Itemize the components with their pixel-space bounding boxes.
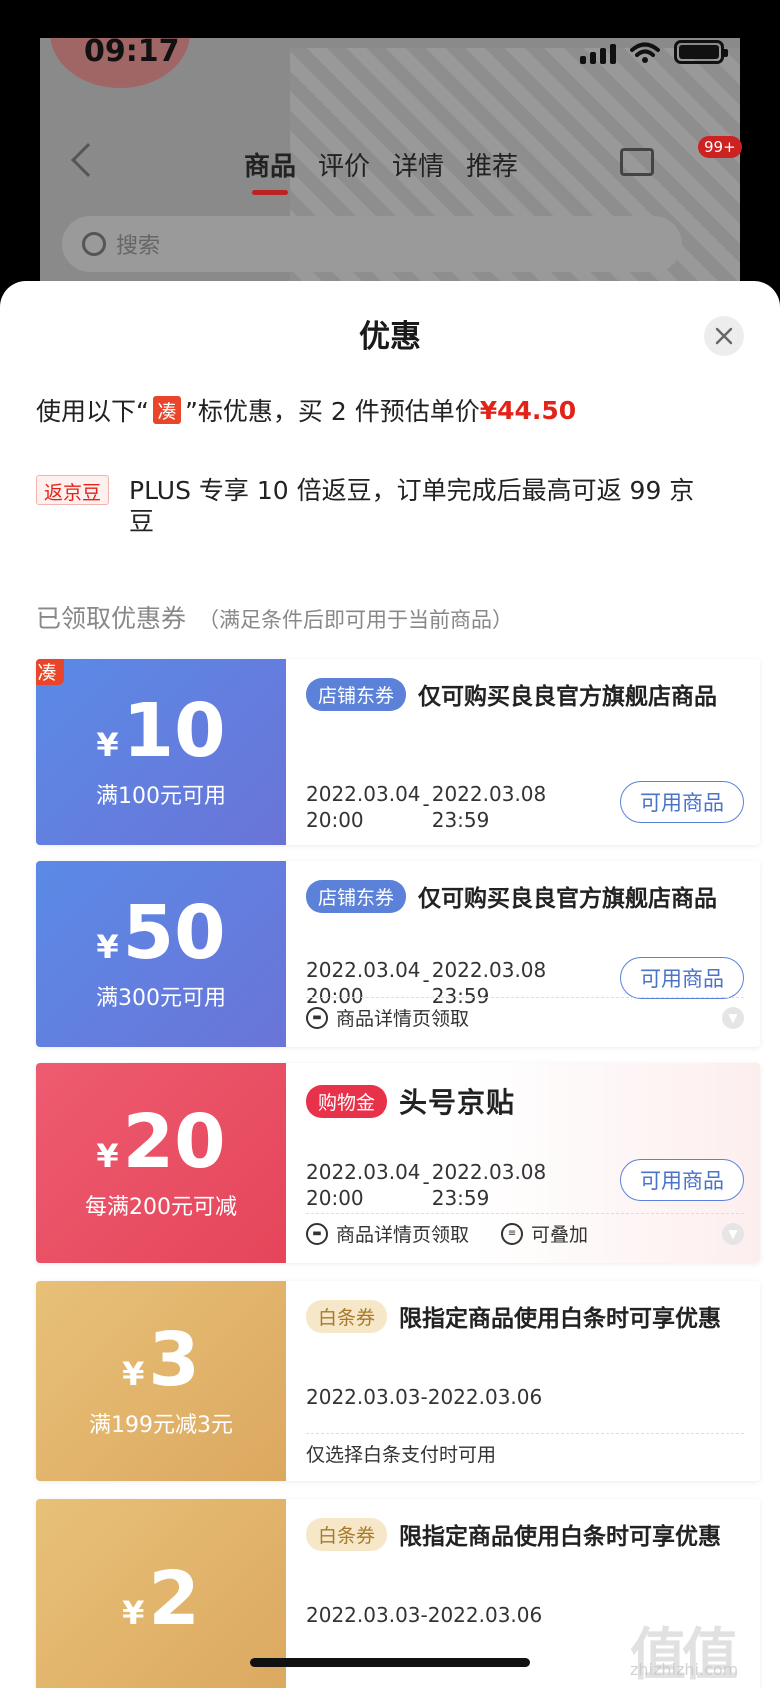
coupon-type-badge: 购物金 <box>306 1084 388 1118</box>
coupon-amount: 3 <box>148 1317 200 1403</box>
bundle-promo: 使用以下“ 凑 ”标优惠，买 2 件预估单价 ¥44.50 <box>36 392 576 428</box>
product-tabs: 商品 评价 详情 推荐 <box>244 146 518 195</box>
ticket-icon: ▬ <box>306 1222 328 1245</box>
promo-price: ¥44.50 <box>479 395 577 425</box>
coupon-footer: ▬ 商品详情页领取 ▼ <box>306 997 744 1037</box>
coupon-source: 商品详情页领取 <box>336 1008 470 1030</box>
cart-icon[interactable] <box>620 148 654 176</box>
valid-end-date: 2022.03.08 <box>431 782 547 806</box>
coupon-value-panel: 凑 ¥10 满100元可用 <box>36 659 286 845</box>
coupon-usage-note: 仅选择白条支付时可用 <box>306 1444 497 1466</box>
coupon-title: 限指定商品使用白条时可享优惠 <box>399 1524 722 1550</box>
coupon-source: 商品详情页领取 <box>336 1224 470 1246</box>
search-placeholder: 搜索 <box>116 234 161 259</box>
bean-rebate: 返京豆 PLUS 专享 10 倍返豆，订单完成后最高可返 99 京豆 <box>36 475 746 537</box>
coupon-card: 凑 ¥10 满100元可用 店铺东券 仅可购买良良官方旗舰店商品 2022.03… <box>36 659 760 845</box>
bean-tag: 返京豆 <box>36 475 110 505</box>
valid-start-date: 2022.03.04 <box>306 958 421 982</box>
tab-recommend[interactable]: 推荐 <box>466 146 518 183</box>
valid-end-date: 2022.03.08 <box>431 958 547 982</box>
valid-start-time: 20:00 <box>306 1186 364 1210</box>
coupon-value-panel: ¥20 每满200元可减 <box>36 1063 286 1263</box>
stackable-label: 可叠加 <box>531 1224 589 1246</box>
applicable-products-button[interactable]: 可用商品 <box>620 1159 744 1201</box>
valid-end-time: 23:59 <box>431 1186 490 1210</box>
coupon-validity: 2022.03.03-2022.03.06 <box>306 1385 543 1409</box>
close-icon <box>715 327 733 345</box>
coupon-type-badge: 白条券 <box>306 1299 388 1333</box>
coupon-amount: 10 <box>122 688 226 774</box>
close-button[interactable] <box>704 316 744 356</box>
coupon-condition: 满199元减3元 <box>89 1413 233 1438</box>
home-indicator[interactable] <box>250 1658 530 1667</box>
coupon-amount: 2 <box>148 1556 200 1642</box>
currency-symbol: ¥ <box>96 928 119 966</box>
ticket-icon: ▬ <box>306 1006 328 1029</box>
coupon-condition: 满100元可用 <box>96 784 226 809</box>
applicable-products-button[interactable]: 可用商品 <box>620 781 744 823</box>
wifi-icon <box>630 42 660 63</box>
promo-suffix: ”标优惠，买 2 件预估单价 <box>184 397 480 426</box>
status-time: 09:17 <box>84 34 180 69</box>
valid-start-time: 20:00 <box>306 808 364 832</box>
valid-end-date: 2022.03.08 <box>431 1160 547 1184</box>
coupon-value-panel: ¥2 <box>36 1499 286 1688</box>
coupon-footer: ▬ 商品详情页领取 ≡ 可叠加 ▼ <box>306 1213 744 1253</box>
search-icon <box>82 232 106 256</box>
tab-reviews[interactable]: 评价 <box>318 146 370 183</box>
promo-prefix: 使用以下“ <box>36 397 149 426</box>
chevron-down-icon[interactable]: ▼ <box>722 1006 744 1029</box>
section-title: 已领取优惠券 <box>36 604 187 633</box>
coupon-card: ¥3 满199元减3元 白条券 限指定商品使用白条时可享优惠 2022.03.0… <box>36 1281 760 1481</box>
coupon-type-badge: 白条券 <box>306 1517 388 1551</box>
coupon-card: ¥20 每满200元可减 购物金 头号京贴 2022.03.04 20:00 - … <box>36 1063 760 1263</box>
coupon-validity: 2022.03.04 20:00 - 2022.03.08 23:59 <box>306 1160 547 1210</box>
tab-product[interactable]: 商品 <box>244 146 296 195</box>
coupon-info: 店铺东券 仅可购买良良官方旗舰店商品 2022.03.04 20:00 - 202… <box>286 861 760 1047</box>
cart-badge: 99+ <box>698 136 742 158</box>
currency-symbol: ¥ <box>96 726 119 764</box>
coupon-value-panel: ¥50 满300元可用 <box>36 861 286 1047</box>
coupon-condition: 满300元可用 <box>96 986 226 1011</box>
coupon-amount: 50 <box>122 890 226 976</box>
valid-start-date: 2022.03.04 <box>306 1160 421 1184</box>
chevron-down-icon[interactable]: ▼ <box>722 1222 744 1245</box>
section-note: （满足条件后即可用于当前商品） <box>198 608 514 632</box>
coupon-title: 仅可购买良良官方旗舰店商品 <box>418 684 718 710</box>
bean-text: PLUS 专享 10 倍返豆，订单完成后最高可返 99 京豆 <box>129 476 695 536</box>
coupon-card: ¥50 满300元可用 店铺东券 仅可购买良良官方旗舰店商品 2022.03.0… <box>36 861 760 1047</box>
coupon-value-panel: ¥3 满199元减3元 <box>36 1281 286 1481</box>
promo-tag: 凑 <box>152 396 181 424</box>
section-header: 已领取优惠券 （满足条件后即可用于当前商品） <box>36 599 513 635</box>
currency-symbol: ¥ <box>122 1355 145 1393</box>
valid-end-time: 23:59 <box>431 808 490 832</box>
coupon-validity: 2022.03.04 20:00 - 2022.03.08 23:59 <box>306 782 547 832</box>
discount-sheet: 优惠 使用以下“ 凑 ”标优惠，买 2 件预估单价 ¥44.50 返京豆 PLU… <box>0 281 780 1688</box>
signal-icon <box>580 44 616 64</box>
coupon-title: 仅可购买良良官方旗舰店商品 <box>418 886 718 912</box>
coupon-type-badge: 店铺东券 <box>306 677 407 711</box>
currency-symbol: ¥ <box>96 1137 119 1175</box>
coupon-footer: 仅选择白条支付时可用 <box>306 1433 744 1473</box>
coupon-title: 限指定商品使用白条时可享优惠 <box>399 1306 722 1332</box>
stack-icon: ≡ <box>501 1222 524 1245</box>
coupon-info: 白条券 限指定商品使用白条时可享优惠 2022.03.03-2022.03.06… <box>286 1281 760 1481</box>
coupon-type-badge: 店铺东券 <box>306 879 407 913</box>
coupon-amount: 20 <box>122 1099 226 1185</box>
tab-details[interactable]: 详情 <box>392 146 444 183</box>
valid-start-date: 2022.03.04 <box>306 782 421 806</box>
sheet-title: 优惠 <box>359 319 421 355</box>
search-bar[interactable]: 搜索 <box>62 216 682 272</box>
status-icons <box>580 40 728 64</box>
coupon-info: 店铺东券 仅可购买良良官方旗舰店商品 2022.03.04 20:00 - 202… <box>286 659 760 845</box>
currency-symbol: ¥ <box>122 1594 145 1632</box>
coupon-info: 购物金 头号京贴 2022.03.04 20:00 - 2022.03.08 23:… <box>286 1063 760 1263</box>
coupon-condition: 每满200元可减 <box>85 1195 237 1220</box>
battery-icon <box>674 40 728 64</box>
jingtie-logo: 头号京贴 <box>399 1086 516 1119</box>
site-watermark-url: zhizhizhi.com <box>630 1660 739 1679</box>
coupon-corner-tag: 凑 <box>36 659 64 685</box>
applicable-products-button[interactable]: 可用商品 <box>620 957 744 999</box>
coupon-validity: 2022.03.03-2022.03.06 <box>306 1603 543 1627</box>
